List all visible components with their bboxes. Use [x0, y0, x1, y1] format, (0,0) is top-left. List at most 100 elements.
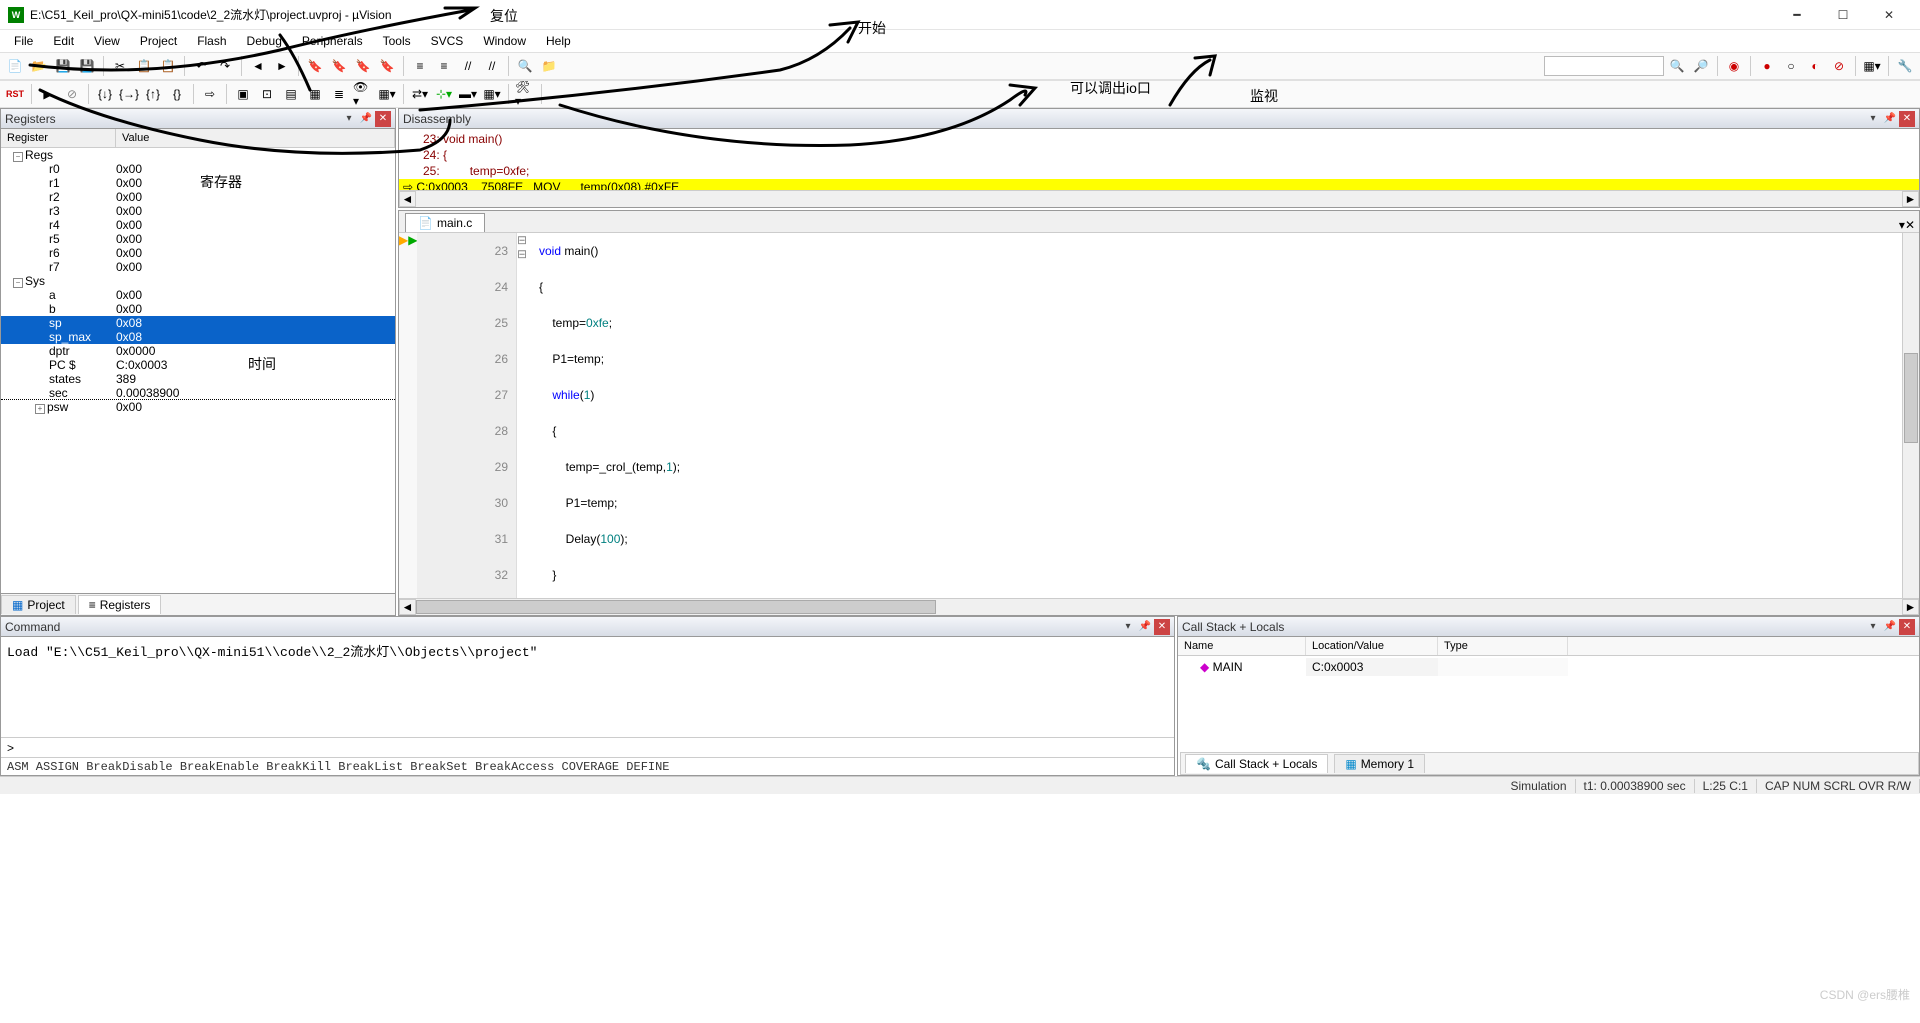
reg-row[interactable]: r00x00	[1, 162, 395, 176]
cs-col-type[interactable]: Type	[1438, 637, 1568, 655]
panel-close-icon[interactable]: ✕	[1899, 111, 1915, 127]
menu-flash[interactable]: Flash	[187, 32, 236, 50]
maximize-button[interactable]: ☐	[1820, 0, 1866, 30]
panel-close-icon[interactable]: ✕	[1899, 619, 1915, 635]
indent-icon[interactable]: ≡	[409, 55, 431, 77]
reg-row[interactable]: dptr0x0000	[1, 344, 395, 358]
breakpoint-enable-icon[interactable]: ○	[1780, 55, 1802, 77]
menu-help[interactable]: Help	[536, 32, 581, 50]
open-file-icon[interactable]: 📂	[28, 55, 50, 77]
panel-menu-icon[interactable]: ▾	[341, 111, 357, 127]
panel-close-icon[interactable]: ✕	[1905, 218, 1915, 232]
panel-close-icon[interactable]: ✕	[1154, 619, 1170, 635]
copy-icon[interactable]: 📋	[133, 55, 155, 77]
reg-row[interactable]: r40x00	[1, 218, 395, 232]
menu-svcs[interactable]: SVCS	[421, 32, 474, 50]
tab-callstack[interactable]: 🔩Call Stack + Locals	[1185, 754, 1328, 773]
watch-window-icon[interactable]: 👁▾	[352, 83, 374, 105]
command-input[interactable]: >	[1, 737, 1174, 757]
cut-icon[interactable]: ✂	[109, 55, 131, 77]
menu-file[interactable]: File	[4, 32, 43, 50]
disassembly-content[interactable]: 23: void main() 24: { 25: temp=0xfe;⇨ C:…	[399, 129, 1919, 190]
menu-project[interactable]: Project	[130, 32, 187, 50]
outdent-icon[interactable]: ≡	[433, 55, 455, 77]
reg-row[interactable]: +psw0x00	[1, 400, 395, 414]
reg-row[interactable]: PC $C:0x0003	[1, 358, 395, 372]
serial-window-icon[interactable]: ⇄▾	[409, 83, 431, 105]
system-viewer-icon[interactable]: ▦▾	[481, 83, 503, 105]
uncomment-icon[interactable]: //	[481, 55, 503, 77]
reg-row[interactable]: r10x00	[1, 176, 395, 190]
bookmark-clear-icon[interactable]: 🔖	[376, 55, 398, 77]
command-window-icon[interactable]: ▣	[232, 83, 254, 105]
redo-icon[interactable]: ↷	[214, 55, 236, 77]
search-go-icon[interactable]: 🔍	[1666, 55, 1688, 77]
minimize-button[interactable]: ━	[1774, 0, 1820, 30]
run-to-cursor-icon[interactable]: {}	[166, 83, 188, 105]
step-out-icon[interactable]: {↑}	[142, 83, 164, 105]
reg-row[interactable]: r30x00	[1, 204, 395, 218]
editor-tab-main-c[interactable]: 📄 main.c	[405, 213, 485, 232]
show-next-statement-icon[interactable]: ⇨	[199, 83, 221, 105]
registers-window-icon[interactable]: ▦	[304, 83, 326, 105]
reg-row[interactable]: r60x00	[1, 246, 395, 260]
panel-pin-icon[interactable]: 📌	[358, 111, 374, 127]
menu-view[interactable]: View	[84, 32, 130, 50]
undo-icon[interactable]: ↶	[190, 55, 212, 77]
panel-pin-icon[interactable]: 📌	[1137, 619, 1153, 635]
panel-close-icon[interactable]: ✕	[375, 111, 391, 127]
panel-menu-icon[interactable]: ▾	[1865, 619, 1881, 635]
debug-start-icon[interactable]: ◉	[1723, 55, 1745, 77]
configure-icon[interactable]: 🔧	[1894, 55, 1916, 77]
step-into-icon[interactable]: {↓}	[94, 83, 116, 105]
menu-tools[interactable]: Tools	[373, 32, 421, 50]
tab-memory1[interactable]: ▦Memory 1	[1334, 754, 1425, 773]
nav-back-icon[interactable]: ◄	[247, 55, 269, 77]
disassembly-window-icon[interactable]: ⊡	[256, 83, 278, 105]
window-layout-icon[interactable]: ▦▾	[1861, 55, 1883, 77]
incremental-search-icon[interactable]: 🔎	[1690, 55, 1712, 77]
breakpoint-disable-icon[interactable]: ◐	[1804, 55, 1826, 77]
step-over-icon[interactable]: {→}	[118, 83, 140, 105]
reg-row[interactable]: a0x00	[1, 288, 395, 302]
menu-edit[interactable]: Edit	[43, 32, 84, 50]
panel-pin-icon[interactable]: 📌	[1882, 619, 1898, 635]
panel-pin-icon[interactable]: 📌	[1882, 111, 1898, 127]
new-file-icon[interactable]: 📄	[4, 55, 26, 77]
editor-vscroll[interactable]	[1902, 233, 1919, 598]
reg-group[interactable]: −Sys	[1, 274, 395, 288]
find-icon[interactable]: 🔍	[514, 55, 536, 77]
tab-project[interactable]: ▦Project	[1, 595, 76, 614]
symbols-window-icon[interactable]: ▤	[280, 83, 302, 105]
cs-col-name[interactable]: Name	[1178, 637, 1306, 655]
analysis-window-icon[interactable]: ⊹▾	[433, 83, 455, 105]
reset-icon[interactable]: RST	[4, 83, 26, 105]
reg-row[interactable]: sp0x08	[1, 316, 395, 330]
memory-window-icon[interactable]: ▦▾	[376, 83, 398, 105]
reg-row[interactable]: r50x00	[1, 232, 395, 246]
paste-icon[interactable]: 📋	[157, 55, 179, 77]
menu-peripherals[interactable]: Peripherals	[292, 32, 373, 50]
folder-icon[interactable]: 📁	[538, 55, 560, 77]
run-icon[interactable]: ▶	[37, 83, 59, 105]
code-editor[interactable]: ▶▶ 23242526272829303132 ⊟⊟ void main(){ …	[399, 233, 1919, 598]
reg-row[interactable]: sp_max0x08	[1, 330, 395, 344]
callstack-row[interactable]: ◆ MAINC:0x0003	[1178, 656, 1919, 678]
panel-menu-icon[interactable]: ▾	[1120, 619, 1136, 635]
breakpoint-kill-icon[interactable]: ⊘	[1828, 55, 1850, 77]
bookmark-icon[interactable]: 🔖	[304, 55, 326, 77]
save-all-icon[interactable]: 💾	[76, 55, 98, 77]
editor-hscroll[interactable]: ◄►	[399, 598, 1919, 615]
tab-registers[interactable]: ≡Registers	[78, 595, 162, 614]
reg-row[interactable]: sec0.00038900	[1, 386, 395, 400]
reg-col-name[interactable]: Register	[1, 129, 116, 147]
command-output[interactable]: Load "E:\\C51_Keil_pro\\QX-mini51\\code\…	[1, 637, 1174, 737]
toolbox-icon[interactable]: 🛠▾	[514, 83, 536, 105]
search-input[interactable]	[1544, 56, 1664, 76]
bookmark-prev-icon[interactable]: 🔖	[328, 55, 350, 77]
reg-row[interactable]: r20x00	[1, 190, 395, 204]
cs-col-loc[interactable]: Location/Value	[1306, 637, 1438, 655]
close-button[interactable]: ✕	[1866, 0, 1912, 30]
comment-icon[interactable]: //	[457, 55, 479, 77]
stop-icon[interactable]: ⊘	[61, 83, 83, 105]
